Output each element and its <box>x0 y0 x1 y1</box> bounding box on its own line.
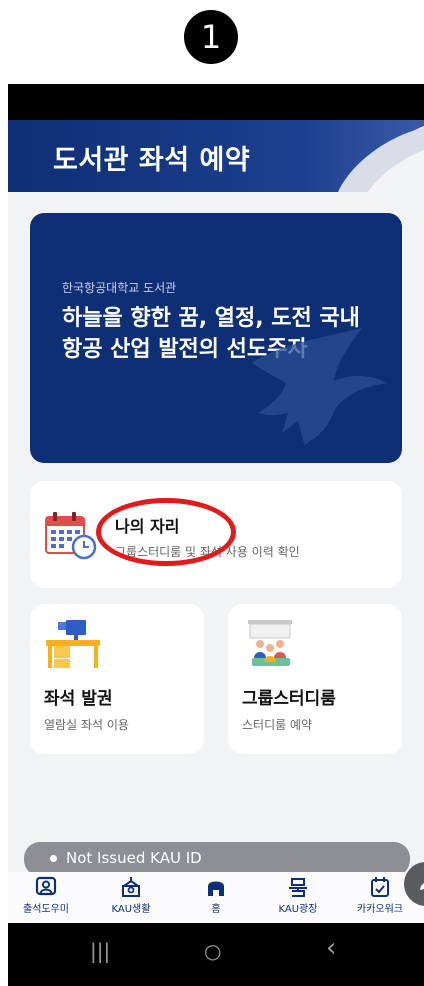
app-header: 도서관 좌석 예약 <box>8 120 424 192</box>
bottom-navigation: 출석도우미 KAU생활 홈 KAU광장 카카오워크 <box>8 872 424 923</box>
nav-item-kau-plaza[interactable]: KAU광장 <box>258 876 338 922</box>
status-bar <box>8 84 424 120</box>
nav-label-kau-life: KAU생활 <box>111 904 151 915</box>
seat-ticket-description: 열람실 좌석 이용 <box>44 718 129 732</box>
page-title: 도서관 좌석 예약 <box>53 145 251 176</box>
home-icon <box>208 881 224 896</box>
nav-item-home[interactable]: 홈 <box>176 876 256 922</box>
system-navigation-bar: ||| ○ ‹ <box>8 923 424 986</box>
seat-ticket-title: 좌석 발권 <box>44 689 113 709</box>
campus-life-icon <box>122 877 140 897</box>
nav-label-home: 홈 <box>211 904 221 915</box>
recent-apps-button[interactable]: ||| <box>90 939 110 963</box>
plaza-icon <box>289 878 307 897</box>
back-button[interactable]: ‹ <box>326 933 336 963</box>
nav-label-kau-plaza: KAU광장 <box>278 904 318 915</box>
kau-id-banner[interactable]: Not Issued KAU ID <box>24 842 410 876</box>
pencil-icon <box>420 883 424 890</box>
eagle-icon <box>252 328 387 445</box>
nav-label-kakaowork: 카카오워크 <box>357 904 403 915</box>
group-study-room-card[interactable]: 그룹스터디룸 스터디룸 예약 <box>228 604 402 754</box>
group-study-description: 스터디룸 예약 <box>242 718 313 732</box>
calendar-icon <box>45 512 97 560</box>
attendance-icon <box>35 876 57 896</box>
my-seat-card[interactable]: 나의 자리 그룹스터디룸 및 좌석 사용 이력 확인 <box>30 481 402 588</box>
highlight-circle <box>96 498 236 566</box>
nav-item-attendance[interactable]: 출석도우미 <box>8 876 86 922</box>
kakaowork-icon <box>371 877 389 897</box>
app-screen: 도서관 좌석 예약 한국항공대학교 도서관 하늘을 향한 꿈, 열정, 도전 국… <box>8 120 424 923</box>
seat-ticket-card[interactable]: 좌석 발권 열람실 좌석 이용 <box>30 604 204 754</box>
desk-icon <box>46 620 100 668</box>
step-number-badge: 1 <box>184 10 238 64</box>
group-study-title: 그룹스터디룸 <box>242 689 336 709</box>
library-banner[interactable]: 한국항공대학교 도서관 하늘을 향한 꿈, 열정, 도전 국내 항공 산업 발전… <box>30 213 402 463</box>
study-group-icon <box>248 620 292 666</box>
nav-label-attendance: 출석도우미 <box>23 904 69 915</box>
banner-subtitle: 한국항공대학교 도서관 <box>62 281 177 295</box>
bullet-icon <box>50 855 57 862</box>
nav-item-kau-life[interactable]: KAU생활 <box>91 876 171 922</box>
kau-id-status: Not Issued KAU ID <box>66 849 202 867</box>
home-button[interactable]: ○ <box>204 939 221 963</box>
